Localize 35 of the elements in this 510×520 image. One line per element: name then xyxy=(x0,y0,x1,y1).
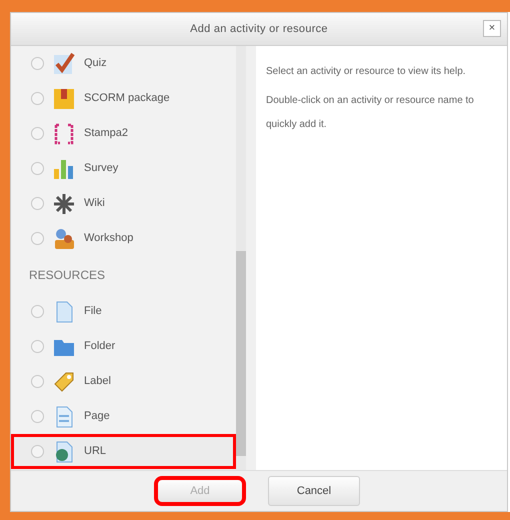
module-name[interactable]: Workshop xyxy=(84,230,134,247)
radio-button[interactable] xyxy=(31,232,44,245)
module-name[interactable]: Page xyxy=(84,408,110,425)
radio-button[interactable] xyxy=(31,445,44,458)
module-icon xyxy=(52,122,76,146)
module-name[interactable]: Stampa2 xyxy=(84,125,128,142)
module-name[interactable]: Survey xyxy=(84,160,118,177)
help-text: Select an activity or resource to view its help. xyxy=(266,65,467,79)
radio-button[interactable] xyxy=(31,197,44,210)
module-icon xyxy=(52,192,76,216)
module-name[interactable]: SCORM package xyxy=(84,90,170,107)
section-heading: RESOURCES xyxy=(29,267,106,284)
module-name[interactable]: Wiki xyxy=(84,195,105,212)
module-name[interactable]: Quiz xyxy=(84,55,107,72)
radio-button[interactable] xyxy=(31,375,44,388)
dialog-title: Add an activity or resource xyxy=(190,22,328,37)
radio-button[interactable] xyxy=(31,127,44,140)
radio-button[interactable] xyxy=(31,410,44,423)
scrollbar[interactable] xyxy=(236,46,246,470)
cancel-button[interactable]: Cancel xyxy=(268,476,360,506)
module-icon xyxy=(52,52,76,76)
module-name[interactable]: Label xyxy=(84,373,111,390)
help-text: Double-click on an activity or resource name to quickly add it. xyxy=(266,94,475,132)
radio-button[interactable] xyxy=(31,305,44,318)
radio-button[interactable] xyxy=(31,92,44,105)
radio-button[interactable] xyxy=(31,340,44,353)
module-name[interactable]: File xyxy=(84,303,102,320)
radio-button[interactable] xyxy=(31,162,44,175)
module-icon xyxy=(52,226,76,250)
close-button[interactable]: × xyxy=(483,20,501,37)
module-name[interactable]: Folder xyxy=(84,338,116,355)
module-name[interactable]: URL xyxy=(84,443,106,460)
module-icon xyxy=(52,370,76,394)
radio-button[interactable] xyxy=(31,57,44,70)
module-icon xyxy=(52,86,76,110)
